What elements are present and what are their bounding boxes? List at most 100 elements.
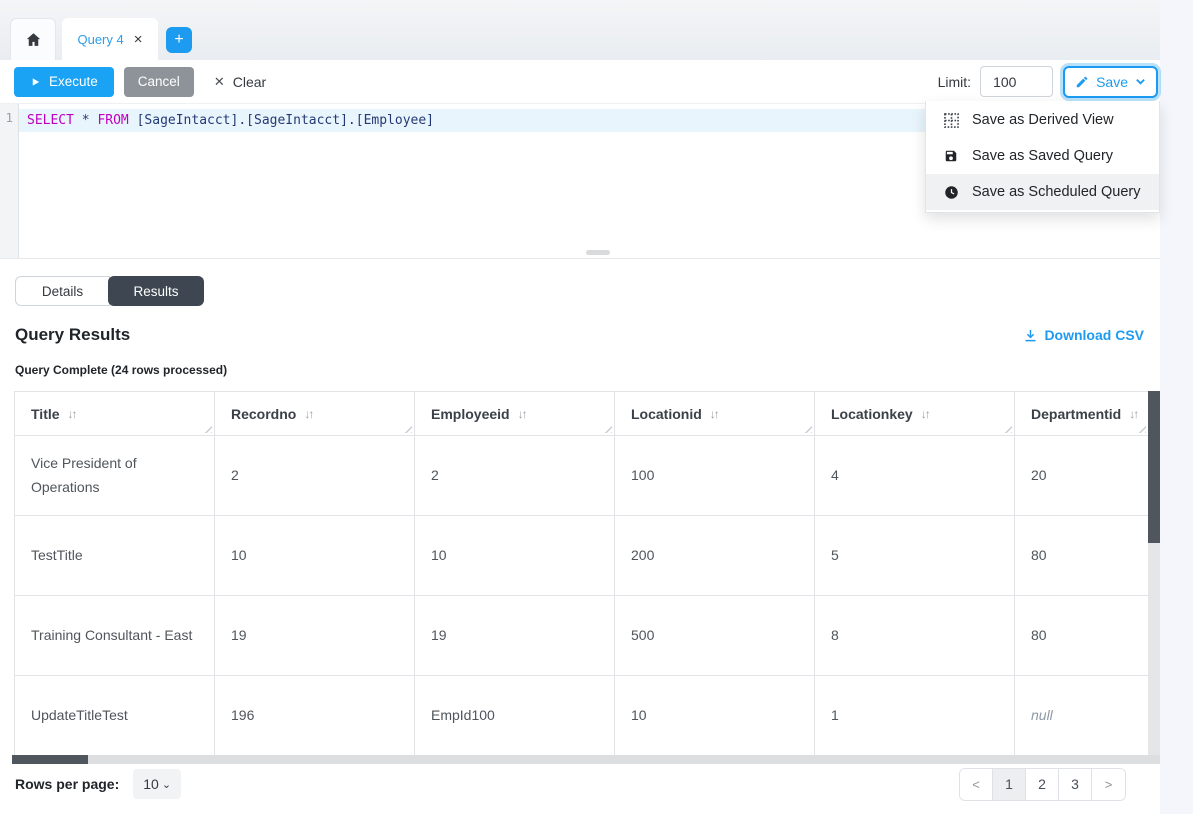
vertical-scrollbar[interactable] xyxy=(1148,391,1160,755)
sort-icon[interactable]: ↓↑ xyxy=(921,407,929,421)
chevron-down-icon: ⌄ xyxy=(162,778,171,791)
clock-icon xyxy=(943,185,959,200)
cancel-label: Cancel xyxy=(138,74,180,89)
query-tool-page: Query 4 × + Execute Cancel ✕ Clear Limit… xyxy=(0,0,1193,814)
close-tab-icon[interactable]: × xyxy=(134,32,143,47)
pagination-page-2[interactable]: 2 xyxy=(1026,769,1059,800)
results-table-wrap: Title ↓↑ Recordno ↓↑ Employeeid↓↑ Location… xyxy=(14,391,1148,756)
cell-locationkey: 8 xyxy=(815,596,1015,676)
tab-details[interactable]: Details xyxy=(15,276,110,306)
cell-employeeid: 2 xyxy=(415,436,615,516)
cell-locationid: 10 xyxy=(615,676,815,756)
tab-label: Query 4 xyxy=(77,32,123,47)
top-tab-bar: Query 4 × + xyxy=(0,0,1160,60)
menu-item-save-scheduled-query[interactable]: Save as Scheduled Query xyxy=(926,174,1159,210)
clear-button[interactable]: ✕ Clear xyxy=(214,74,266,90)
horizontal-scrollbar-thumb[interactable] xyxy=(12,755,88,764)
tab-details-label: Details xyxy=(42,284,83,299)
cell-locationkey: 4 xyxy=(815,436,1015,516)
pagination: < 1 2 3 > xyxy=(959,768,1126,801)
results-tab-group: Details Results xyxy=(15,276,204,306)
floppy-icon xyxy=(943,149,959,163)
cell-locationkey: 1 xyxy=(815,676,1015,756)
menu-item-save-saved-query[interactable]: Save as Saved Query xyxy=(926,138,1159,174)
column-header-departmentid[interactable]: Departmentid↓↑ xyxy=(1015,392,1149,436)
cell-title: UpdateTitleTest xyxy=(15,676,215,756)
rows-per-page-select[interactable]: 10 ⌄ xyxy=(133,769,181,799)
sort-icon[interactable]: ↓↑ xyxy=(518,407,526,421)
sql-keyword: SELECT xyxy=(27,113,74,128)
grid-icon xyxy=(943,113,959,128)
download-csv-link[interactable]: Download CSV xyxy=(1023,327,1144,343)
results-header-row: Query Results Download CSV xyxy=(15,325,1144,345)
execute-button[interactable]: Execute xyxy=(14,67,114,97)
pagination-page-1[interactable]: 1 xyxy=(993,769,1026,800)
tab-query-4[interactable]: Query 4 × xyxy=(62,18,158,60)
column-label: Recordno xyxy=(231,406,296,422)
sql-star: * xyxy=(74,113,97,128)
cell-employeeid: 19 xyxy=(415,596,615,676)
cell-title: Training Consultant - East xyxy=(15,596,215,676)
save-button[interactable]: Save xyxy=(1063,66,1158,98)
column-label: Title xyxy=(31,406,60,422)
column-resize-handle[interactable] xyxy=(603,424,612,433)
cell-locationid: 500 xyxy=(615,596,815,676)
column-resize-handle[interactable] xyxy=(203,424,212,433)
save-dropdown-menu: Save as Derived View Save as Saved Query… xyxy=(925,101,1160,213)
cell-locationid: 200 xyxy=(615,516,815,596)
sort-icon[interactable]: ↓↑ xyxy=(68,407,76,421)
limit-input[interactable] xyxy=(980,66,1053,97)
sort-icon[interactable]: ↓↑ xyxy=(1129,407,1137,421)
splitter-drag-handle[interactable] xyxy=(586,250,610,255)
line-number: 1 xyxy=(5,110,13,125)
horizontal-scrollbar[interactable] xyxy=(12,755,1160,764)
results-title: Query Results xyxy=(15,325,130,345)
column-resize-handle[interactable] xyxy=(1003,424,1012,433)
pagination-page-3[interactable]: 3 xyxy=(1059,769,1092,800)
add-tab-button[interactable]: + xyxy=(166,27,192,53)
rows-per-page-value: 10 xyxy=(143,776,159,792)
cell-recordno: 2 xyxy=(215,436,415,516)
results-table: Title ↓↑ Recordno ↓↑ Employeeid↓↑ Location… xyxy=(14,391,1149,756)
sql-keyword: FROM xyxy=(97,113,128,128)
column-label: Locationkey xyxy=(831,406,913,422)
cell-recordno: 19 xyxy=(215,596,415,676)
table-header-row: Title ↓↑ Recordno ↓↑ Employeeid↓↑ Location… xyxy=(15,392,1149,436)
save-label: Save xyxy=(1096,74,1128,90)
column-header-employeeid[interactable]: Employeeid↓↑ xyxy=(415,392,615,436)
table-row: TestTitle 10 10 200 5 80 xyxy=(15,516,1149,596)
column-resize-handle[interactable] xyxy=(403,424,412,433)
home-tab[interactable] xyxy=(10,18,56,60)
menu-item-save-derived-view[interactable]: Save as Derived View xyxy=(926,102,1159,138)
vertical-scrollbar-thumb[interactable] xyxy=(1148,391,1160,543)
column-header-recordno[interactable]: Recordno ↓↑ xyxy=(215,392,415,436)
column-resize-handle[interactable] xyxy=(1137,424,1146,433)
cell-locationkey: 5 xyxy=(815,516,1015,596)
sort-icon[interactable]: ↓↑ xyxy=(710,407,718,421)
execute-label: Execute xyxy=(49,74,98,89)
cell-departmentid-null: null xyxy=(1015,676,1149,756)
download-icon xyxy=(1023,328,1038,343)
cell-departmentid: 80 xyxy=(1015,596,1149,676)
editor-gutter: 1 xyxy=(0,104,19,258)
chevron-down-icon xyxy=(1135,76,1146,87)
cell-employeeid: EmpId100 xyxy=(415,676,615,756)
pagination-next[interactable]: > xyxy=(1092,769,1125,800)
cell-title: TestTitle xyxy=(15,516,215,596)
sort-icon[interactable]: ↓↑ xyxy=(304,407,312,421)
menu-item-label: Save as Scheduled Query xyxy=(972,184,1140,200)
column-header-title[interactable]: Title ↓↑ xyxy=(15,392,215,436)
column-label: Locationid xyxy=(631,406,702,422)
clear-label: Clear xyxy=(233,74,266,90)
column-resize-handle[interactable] xyxy=(803,424,812,433)
tab-results[interactable]: Results xyxy=(108,276,204,306)
pagination-prev[interactable]: < xyxy=(960,769,993,800)
cell-departmentid: 20 xyxy=(1015,436,1149,516)
cell-recordno: 196 xyxy=(215,676,415,756)
column-header-locationkey[interactable]: Locationkey ↓↑ xyxy=(815,392,1015,436)
results-section: Details Results Query Results Download C… xyxy=(0,258,1160,814)
column-header-locationid[interactable]: Locationid ↓↑ xyxy=(615,392,815,436)
edit-icon xyxy=(1075,75,1089,89)
home-icon xyxy=(25,31,42,48)
cancel-button[interactable]: Cancel xyxy=(124,67,194,97)
